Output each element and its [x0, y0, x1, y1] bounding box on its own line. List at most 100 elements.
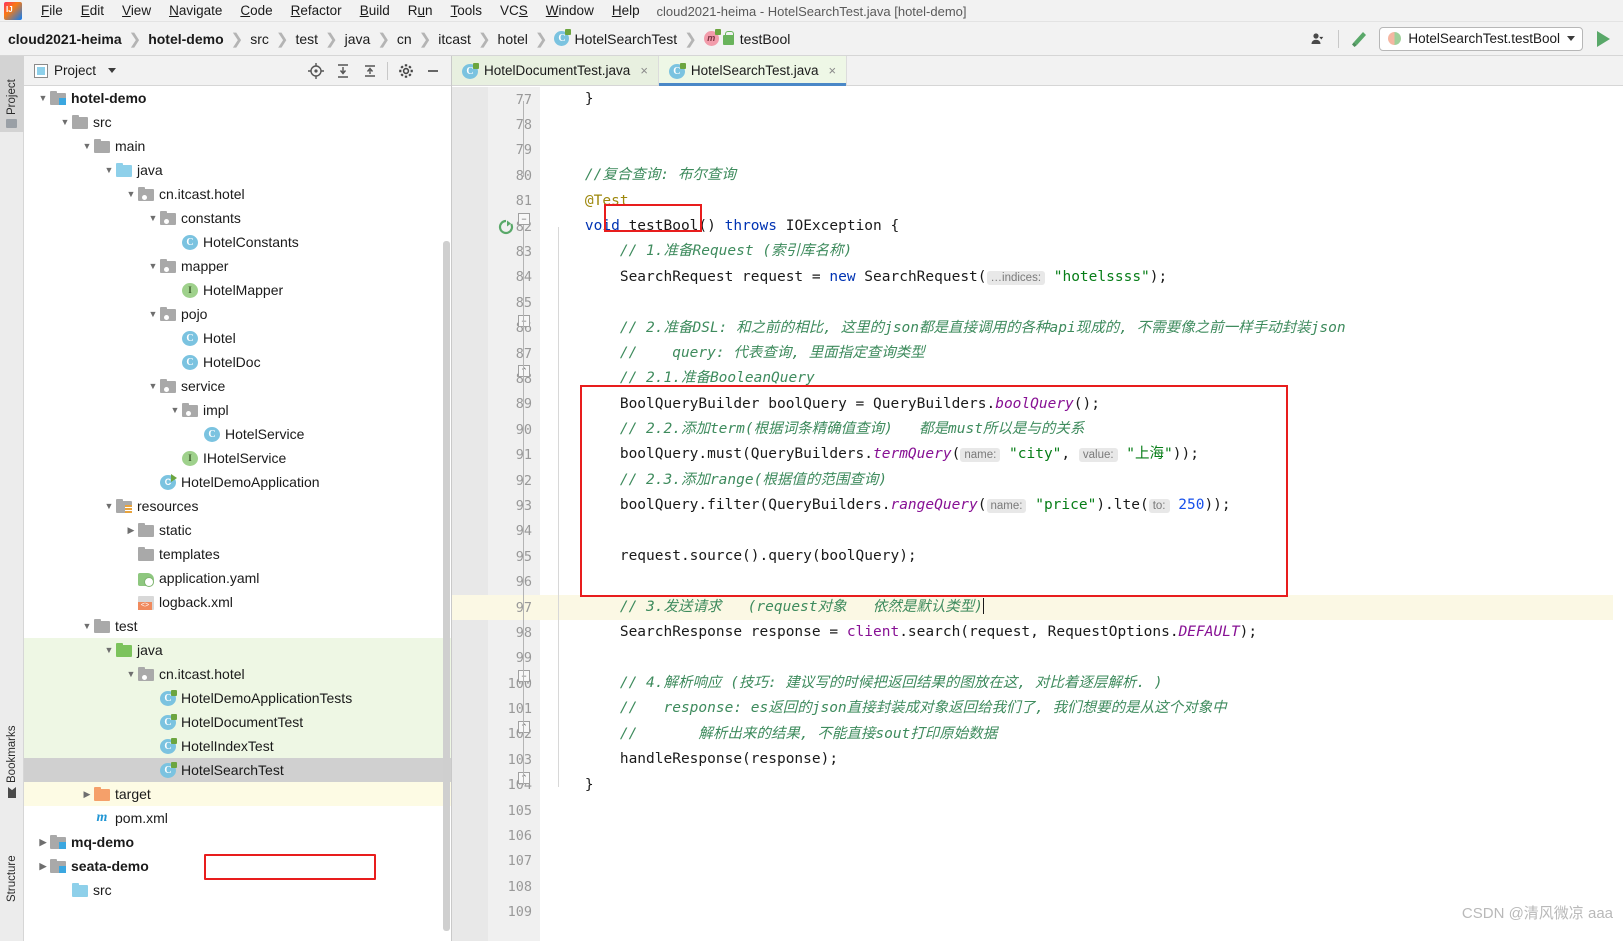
- code-line-92[interactable]: // 2.3.添加range(根据值的范围查询): [540, 468, 1623, 493]
- code-content[interactable]: } //复合查询: 布尔查询 @Test void testBool() thr…: [540, 87, 1623, 941]
- code-line-96[interactable]: [540, 569, 1623, 594]
- tree-item-mq-demo[interactable]: ▶ mq-demo: [24, 830, 451, 854]
- code-line-90[interactable]: // 2.2.添加term(根据词条精确值查询) 都是must所以是与的关系: [540, 417, 1623, 442]
- tree-item-target[interactable]: ▶ target: [24, 782, 451, 806]
- code-line-88[interactable]: // 2.1.准备BooleanQuery: [540, 366, 1623, 391]
- chevron-down-icon[interactable]: ▼: [36, 93, 50, 103]
- editor-tab-hoteldocumenttest-java[interactable]: C HotelDocumentTest.java ×: [452, 56, 659, 85]
- run-test-gutter-icon[interactable]: [498, 219, 514, 238]
- tree-item-main[interactable]: ▼ main: [24, 134, 451, 158]
- code-line-77[interactable]: }: [540, 87, 1623, 112]
- menu-item-edit[interactable]: Edit: [72, 2, 113, 19]
- fold-marker-100[interactable]: −: [518, 670, 530, 682]
- chevron-down-icon[interactable]: ▼: [146, 381, 160, 391]
- menu-item-vcs[interactable]: VCS: [491, 2, 537, 19]
- user-icon[interactable]: [1304, 27, 1332, 51]
- tree-item-service[interactable]: ▼ service: [24, 374, 451, 398]
- chevron-down-icon[interactable]: ▼: [102, 501, 116, 511]
- tree-item-src[interactable]: src: [24, 878, 451, 902]
- breadcrumb-item-testbool[interactable]: m testBool: [703, 29, 790, 47]
- menu-item-help[interactable]: Help: [603, 2, 649, 19]
- locate-icon[interactable]: [303, 60, 328, 82]
- tree-item-java[interactable]: ▼ java: [24, 638, 451, 662]
- chevron-down-icon[interactable]: ▼: [80, 621, 94, 631]
- menu-item-file[interactable]: File: [32, 2, 72, 19]
- breadcrumb-item-src[interactable]: src: [250, 31, 269, 47]
- code-line-104[interactable]: }: [540, 773, 1623, 798]
- chevron-down-icon[interactable]: ▼: [124, 189, 138, 199]
- code-line-89[interactable]: BoolQueryBuilder boolQuery = QueryBuilde…: [540, 392, 1623, 417]
- code-line-107[interactable]: [540, 849, 1623, 874]
- tool-button-structure[interactable]: Structure: [0, 816, 24, 906]
- tree-item-hoteldemoapplicationtests[interactable]: C HotelDemoApplicationTests: [24, 686, 451, 710]
- chevron-down-icon[interactable]: ▼: [102, 165, 116, 175]
- tree-item-hotel-demo[interactable]: ▼ hotel-demo: [24, 86, 451, 110]
- menu-item-code[interactable]: Code: [231, 2, 281, 19]
- code-line-109[interactable]: [540, 900, 1623, 925]
- tree-item-pojo[interactable]: ▼ pojo: [24, 302, 451, 326]
- code-line-102[interactable]: // 解析出来的结果, 不能直接sout打印原始数据: [540, 722, 1623, 747]
- tree-item-test[interactable]: ▼ test: [24, 614, 451, 638]
- close-icon[interactable]: ×: [829, 63, 837, 78]
- code-line-108[interactable]: [540, 874, 1623, 899]
- fold-marker-88[interactable]: ⌃: [518, 365, 530, 377]
- code-line-101[interactable]: // response: es返回的json直接封装成对象返回给我们了, 我们想…: [540, 696, 1623, 721]
- chevron-down-icon[interactable]: ▼: [146, 213, 160, 223]
- code-line-80[interactable]: //复合查询: 布尔查询: [540, 163, 1623, 188]
- menu-item-navigate[interactable]: Navigate: [160, 2, 231, 19]
- code-line-106[interactable]: [540, 823, 1623, 848]
- breadcrumb-item-test[interactable]: test: [295, 31, 318, 47]
- menu-item-build[interactable]: Build: [351, 2, 399, 19]
- chevron-right-icon[interactable]: ▶: [36, 837, 50, 847]
- run-configuration-selector[interactable]: HotelSearchTest.testBool: [1379, 26, 1583, 51]
- tool-button-bookmarks[interactable]: Bookmarks: [0, 706, 24, 802]
- code-line-83[interactable]: // 1.准备Request (索引库名称): [540, 239, 1623, 264]
- code-line-91[interactable]: boolQuery.must(QueryBuilders.termQuery(n…: [540, 442, 1623, 467]
- project-tree[interactable]: ▼ hotel-demo ▼ src ▼ main ▼ java ▼ cn.itcast.hote…: [24, 86, 451, 941]
- breadcrumb-item-cloud2021-heima[interactable]: cloud2021-heima: [8, 31, 122, 47]
- chevron-right-icon[interactable]: ▶: [124, 525, 138, 535]
- tree-item-hotelsearchtest[interactable]: C HotelSearchTest: [24, 758, 451, 782]
- editor-tab-hotelsearchtest-java[interactable]: C HotelSearchTest.java ×: [658, 56, 848, 86]
- tool-button-project[interactable]: Project: [0, 56, 24, 132]
- collapse-all-icon[interactable]: [357, 60, 382, 82]
- menu-item-window[interactable]: Window: [537, 2, 603, 19]
- breadcrumb-item-hotel[interactable]: hotel: [498, 31, 528, 47]
- tree-item-templates[interactable]: templates: [24, 542, 451, 566]
- code-line-97[interactable]: // 3.发送请求 (request对象 依然是默认类型): [540, 594, 1623, 621]
- chevron-down-icon[interactable]: ▼: [146, 309, 160, 319]
- code-line-81[interactable]: @Test: [540, 189, 1623, 214]
- gear-icon[interactable]: [393, 60, 418, 82]
- tree-item-application-yaml[interactable]: application.yaml: [24, 566, 451, 590]
- code-line-103[interactable]: handleResponse(response);: [540, 747, 1623, 772]
- chevron-down-icon[interactable]: ▼: [102, 645, 116, 655]
- menu-item-refactor[interactable]: Refactor: [282, 2, 351, 19]
- code-line-94[interactable]: [540, 519, 1623, 544]
- run-icon[interactable]: [1589, 27, 1617, 51]
- code-line-99[interactable]: [540, 646, 1623, 671]
- code-editor[interactable]: 7778798081828384858687888990919293949596…: [452, 87, 1623, 941]
- chevron-down-icon[interactable]: ▼: [58, 117, 72, 127]
- code-line-82[interactable]: void testBool() throws IOException {: [540, 214, 1623, 239]
- code-line-78[interactable]: [540, 112, 1623, 137]
- code-line-100[interactable]: // 4.解析响应 (技巧: 建议写的时候把返回结果的图放在这, 对比着逐层解析…: [540, 671, 1623, 696]
- chevron-down-icon[interactable]: ▼: [168, 405, 182, 415]
- minimize-icon[interactable]: [420, 60, 445, 82]
- tree-item-cn-itcast-hotel[interactable]: ▼ cn.itcast.hotel: [24, 182, 451, 206]
- breadcrumb-item-java[interactable]: java: [345, 31, 371, 47]
- tree-item-hotelservice[interactable]: C HotelService: [24, 422, 451, 446]
- tree-item-hotelmapper[interactable]: I HotelMapper: [24, 278, 451, 302]
- menu-item-tools[interactable]: Tools: [442, 2, 492, 19]
- hammer-icon[interactable]: [1345, 27, 1373, 51]
- tree-item-java[interactable]: ▼ java: [24, 158, 451, 182]
- tree-item-hoteldoc[interactable]: C HotelDoc: [24, 350, 451, 374]
- breadcrumb-item-itcast[interactable]: itcast: [438, 31, 471, 47]
- close-icon[interactable]: ×: [640, 63, 648, 78]
- tree-item-seata-demo[interactable]: ▶ seata-demo: [24, 854, 451, 878]
- tree-item-hotelindextest[interactable]: C HotelIndexTest: [24, 734, 451, 758]
- project-panel-scrollbar[interactable]: [443, 241, 450, 931]
- chevron-right-icon[interactable]: ▶: [80, 789, 94, 799]
- fold-marker-104[interactable]: ⌃: [518, 772, 530, 784]
- menu-item-run[interactable]: Run: [399, 2, 442, 19]
- chevron-down-icon[interactable]: ▼: [80, 141, 94, 151]
